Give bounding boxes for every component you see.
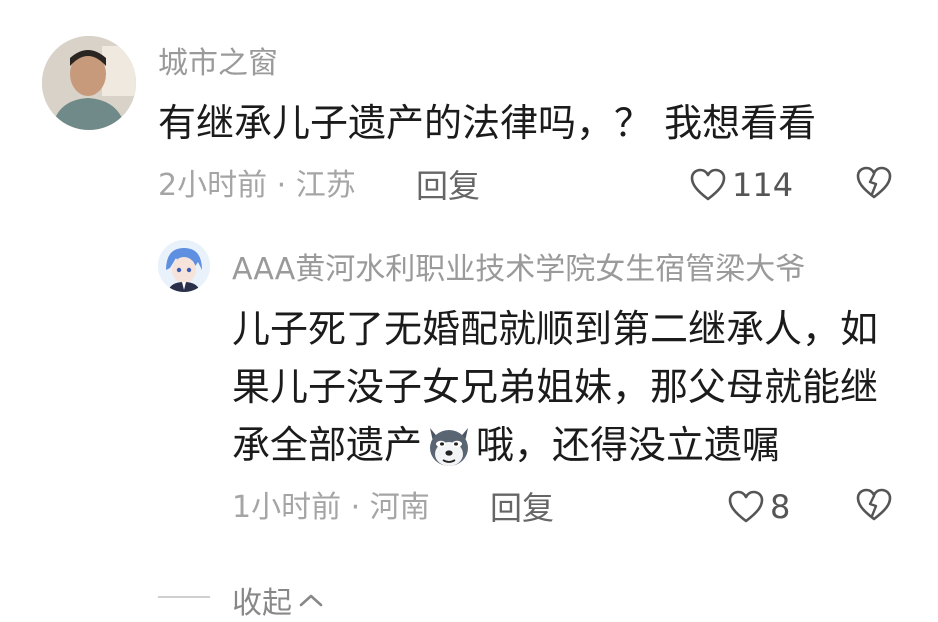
anime-avatar-icon (158, 240, 210, 292)
reply-text-line-3-end: 哦，还得没立遗嘱 (476, 423, 781, 467)
chevron-up-icon (298, 592, 324, 608)
avatar-photo-icon (42, 36, 136, 130)
reply-time-location: 1小时前 · 河南 (232, 490, 430, 525)
broken-heart-icon (855, 488, 893, 522)
broken-heart-icon (855, 166, 893, 200)
reply-like-count: 8 (770, 488, 791, 526)
collapse-label: 收起 (232, 586, 292, 621)
heart-outline-icon (690, 168, 726, 202)
reply-text-line-1: 儿子死了无婚配就顺到第二继承人，如 (232, 307, 879, 351)
comment-time-location: 2小时前 · 江苏 (158, 168, 356, 203)
reply-reply-button[interactable]: 回复 (490, 490, 554, 526)
reply-like-button[interactable]: 8 (728, 488, 790, 526)
reply-avatar[interactable] (158, 240, 210, 292)
reply-text-line-2: 果儿子没子女兄弟姐妹，那父母就能继 (232, 365, 879, 409)
comment-text: 有继承儿子遗产的法律吗，？ 我想看看 (158, 101, 817, 145)
reply-dislike-button[interactable] (855, 488, 893, 522)
reply-username[interactable]: AAA黄河水利职业技术学院女生宿管梁大爷 (232, 252, 805, 288)
like-count: 114 (732, 166, 794, 204)
comment-username[interactable]: 城市之窗 (158, 46, 278, 82)
collapse-button[interactable]: 收起 (232, 578, 324, 622)
reply-text-line-3: 承全部遗产 哦，还得没立遗嘱 (232, 416, 780, 474)
reply-button[interactable]: 回复 (416, 168, 480, 204)
like-button[interactable]: 114 (690, 166, 793, 204)
reply-text-line-3-start: 承全部遗产 (232, 423, 423, 467)
dislike-button[interactable] (855, 166, 893, 200)
avatar[interactable] (42, 36, 136, 130)
dog-emoji-icon (424, 420, 474, 470)
collapse-divider (158, 596, 210, 598)
heart-outline-icon (728, 490, 764, 524)
